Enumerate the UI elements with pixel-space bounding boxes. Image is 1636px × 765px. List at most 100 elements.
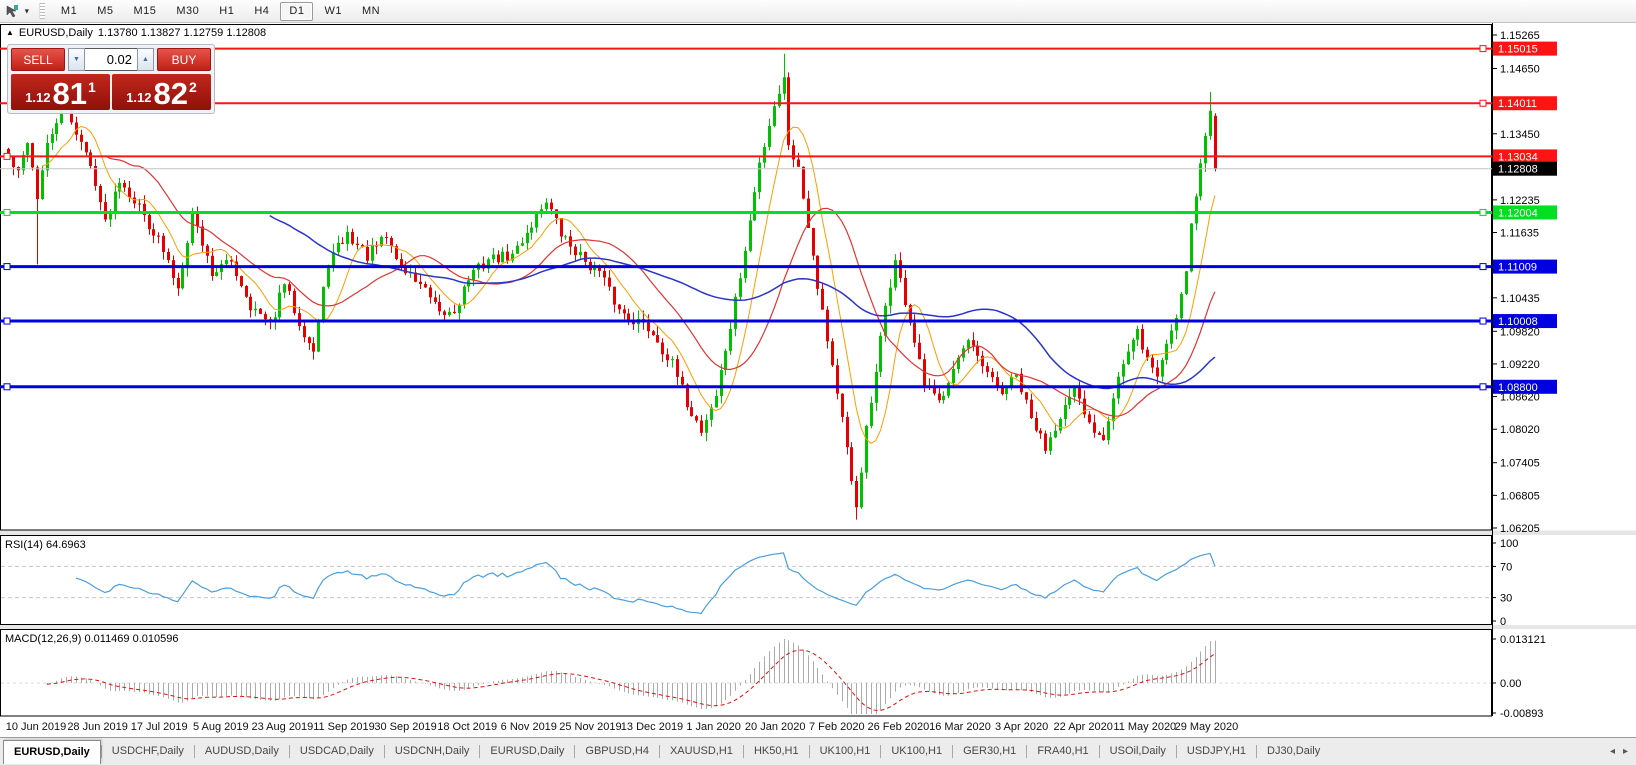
date-tick-label[interactable]: 30 Sep 2019 [374, 721, 436, 733]
collapse-triangle-icon[interactable]: ▲ [6, 28, 14, 37]
date-tick-label[interactable]: 13 Dec 2019 [621, 721, 683, 733]
sell-price-prefix: 1.12 [25, 90, 51, 105]
tab-audusd-daily[interactable]: AUDUSD,Daily [195, 740, 289, 763]
tab-usdcad-daily[interactable]: USDCAD,Daily [290, 740, 384, 763]
tf-button-w1[interactable]: W1 [315, 2, 351, 21]
tab-usdjpy-h1[interactable]: USDJPY,H1 [1177, 740, 1256, 763]
date-tick-label[interactable]: 25 Nov 2019 [559, 721, 621, 733]
hline-marker[interactable] [3, 317, 11, 325]
price-tick-label: 1.06205 [1500, 523, 1540, 535]
hline-marker[interactable] [1479, 317, 1487, 325]
date-tick-label[interactable]: 5 Aug 2019 [193, 721, 249, 733]
tab-hk50-h1[interactable]: HK50,H1 [744, 740, 809, 763]
hline-price-label: 1.10008 [1498, 316, 1538, 328]
sell-price-pipette: 1 [88, 79, 96, 95]
tab-scroll-right-icon[interactable]: ▸ [1623, 746, 1628, 757]
price-tick-label: 1.14650 [1500, 63, 1540, 75]
price-tick-label: 1.07405 [1500, 458, 1540, 470]
tf-button-h4[interactable]: H4 [245, 2, 278, 21]
date-tick-label[interactable]: 28 Jun 2019 [67, 721, 128, 733]
hline-marker[interactable] [1479, 45, 1487, 53]
tab-eurusd-daily[interactable]: EURUSD,Daily [480, 740, 574, 763]
date-tick-label[interactable]: 23 Aug 2019 [252, 721, 314, 733]
hline-marker[interactable] [3, 263, 11, 271]
tf-button-m30[interactable]: M30 [167, 2, 208, 21]
price-tick-label: 1.10435 [1500, 293, 1540, 305]
volume-decrease-button[interactable]: ▼ [68, 48, 85, 71]
sell-price-display[interactable]: 1.12 81 1 [11, 74, 110, 110]
tab-usoil-daily[interactable]: USOil,Daily [1100, 740, 1176, 763]
cursor-crosshair-icon[interactable] [3, 3, 21, 20]
tab-ger30-h1[interactable]: GER30,H1 [953, 740, 1026, 763]
date-tick-label[interactable]: 16 Mar 2020 [929, 721, 991, 733]
chart-tabs: EURUSD,Daily USDCHF,Daily AUDUSD,Daily USDC… [3, 739, 1330, 764]
date-tick-label[interactable]: 26 Feb 2020 [868, 721, 930, 733]
price-tick-label: 1.13450 [1500, 129, 1540, 141]
macd-tick-label: -0.00893 [1500, 708, 1543, 720]
date-tick-label[interactable]: 7 Feb 2020 [809, 721, 865, 733]
tab-usdchf-daily[interactable]: USDCHF,Daily [102, 740, 194, 763]
price-tick-label: 1.06805 [1500, 490, 1540, 502]
buy-price-display[interactable]: 1.12 82 2 [112, 74, 211, 110]
price-tick-label: 1.12235 [1500, 195, 1540, 207]
macd-tick-label: 0.00 [1500, 678, 1521, 690]
hline-marker[interactable] [1479, 263, 1487, 271]
buy-button[interactable]: BUY [157, 48, 211, 71]
volume-input[interactable]: 0.02 [85, 48, 137, 71]
tab-fra40-h1[interactable]: FRA40,H1 [1027, 740, 1098, 763]
tab-uk100-h1[interactable]: UK100,H1 [810, 740, 881, 763]
chart-canvas[interactable]: 1.15265 1.14650 1.13450 1.12235 1.11635 1.104… [0, 23, 1636, 737]
chart-ohlc: 1.13780 1.13827 1.12759 1.12808 [97, 27, 267, 39]
sell-button[interactable]: SELL [11, 48, 65, 71]
buy-price-main: 82 [153, 76, 188, 111]
rsi-tick-label: 0 [1500, 616, 1506, 628]
date-tick-label[interactable]: 20 Jan 2020 [745, 721, 806, 733]
tf-button-m15[interactable]: M15 [124, 2, 165, 21]
tf-button-m5[interactable]: M5 [88, 2, 122, 21]
hline-price-label: 1.11009 [1498, 262, 1537, 274]
chart-window: 1.15265 1.14650 1.13450 1.12235 1.11635 1.104… [0, 23, 1636, 737]
hline-price-label: 1.12004 [1498, 207, 1538, 219]
rsi-indicator-label: RSI(14) 64.6963 [5, 539, 86, 551]
hline-price-label: 1.08800 [1498, 382, 1538, 394]
tab-dj30-daily[interactable]: DJ30,Daily [1257, 740, 1330, 763]
macd-indicator-label: MACD(12,26,9) 0.011469 0.010596 [5, 633, 179, 645]
tf-button-h1[interactable]: H1 [210, 2, 243, 21]
tab-scroll-left-icon[interactable]: ◂ [1610, 746, 1615, 757]
date-tick-label[interactable]: 3 Apr 2020 [995, 721, 1048, 733]
date-tick-label[interactable]: 17 Jul 2019 [131, 721, 188, 733]
date-tick-label[interactable]: 22 Apr 2020 [1054, 721, 1113, 733]
hline-marker[interactable] [3, 208, 11, 216]
tab-usdcnh-daily[interactable]: USDCNH,Daily [385, 740, 480, 763]
hline-price-label: 1.15015 [1498, 44, 1538, 56]
rsi-tick-label: 30 [1500, 593, 1512, 605]
date-tick-label[interactable]: 18 Oct 2019 [437, 721, 497, 733]
buy-price-pipette: 2 [189, 79, 197, 95]
tab-scroll-nav: ◂ ▸ [1610, 746, 1636, 757]
tab-eurusd-daily[interactable]: EURUSD,Daily [3, 739, 101, 764]
toolbar-grip[interactable] [38, 3, 45, 19]
tab-gbpusd-h4[interactable]: GBPUSD,H4 [575, 740, 659, 763]
tab-uk100-h1[interactable]: UK100,H1 [881, 740, 952, 763]
tf-button-mn[interactable]: MN [353, 2, 389, 21]
volume-increase-button[interactable]: ▲ [137, 48, 154, 71]
hline-marker[interactable] [3, 383, 11, 391]
date-tick-label[interactable]: 6 Nov 2019 [501, 721, 557, 733]
tf-button-d1[interactable]: D1 [280, 1, 314, 21]
tab-xauusd-h1[interactable]: XAUUSD,H1 [660, 740, 743, 763]
date-tick-label[interactable]: 11 Sep 2019 [313, 721, 375, 733]
hline-marker[interactable] [3, 152, 11, 160]
hline-marker[interactable] [1479, 99, 1487, 107]
date-tick-label[interactable]: 10 Jun 2019 [6, 721, 67, 733]
hline-marker[interactable] [1479, 383, 1487, 391]
hline-price-label: 1.14011 [1498, 98, 1537, 110]
rsi-tick-label: 100 [1500, 538, 1518, 550]
toolbar-dropdown-caret[interactable]: ▼ [22, 7, 33, 15]
chart-tab-bar: EURUSD,Daily USDCHF,Daily AUDUSD,Daily USDC… [0, 737, 1636, 765]
date-tick-label[interactable]: 11 May 2020 [1113, 721, 1176, 733]
tf-button-m1[interactable]: M1 [52, 2, 86, 21]
hline-marker[interactable] [1479, 208, 1487, 216]
date-tick-label[interactable]: 1 Jan 2020 [686, 721, 740, 733]
date-tick-label[interactable]: 29 May 2020 [1175, 721, 1239, 733]
hline-price-label: 1.13034 [1498, 151, 1538, 163]
